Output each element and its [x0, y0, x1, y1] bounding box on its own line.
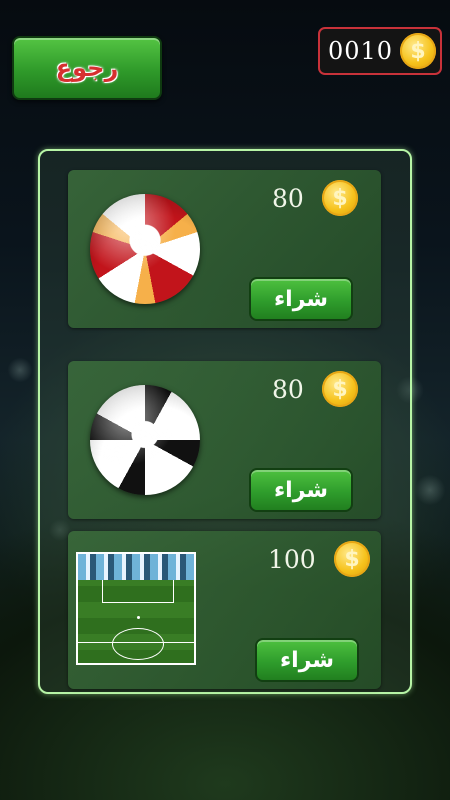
coin-icon: $: [400, 33, 436, 69]
penalty-box-line: [102, 580, 174, 603]
coin-icon: $: [322, 371, 358, 407]
red-white-ball-image: [90, 194, 200, 304]
penalty-spot: [137, 616, 140, 619]
pitch-stands: [78, 554, 194, 580]
item-price: 100: [268, 545, 316, 574]
buy-button-label: شراء: [273, 477, 329, 503]
coin-icon: $: [334, 541, 370, 577]
coin-icon: $: [322, 180, 358, 216]
coin-balance: 0010 $: [318, 27, 442, 75]
back-button-label: رجوع: [55, 54, 119, 82]
buy-button[interactable]: شراء: [249, 277, 353, 321]
coin-count: 0010: [328, 37, 394, 65]
buy-button-label: شراء: [273, 286, 329, 312]
item-price: 80: [272, 375, 304, 404]
black-white-ball-image: [90, 385, 200, 495]
shop-item-card: 80 $ شراء: [68, 170, 381, 328]
stadium-pitch-image: [76, 552, 196, 665]
buy-button-label: شراء: [279, 647, 335, 673]
midfield-line: [78, 642, 194, 643]
buy-button[interactable]: شراء: [249, 468, 353, 512]
item-price: 80: [272, 184, 304, 213]
back-button[interactable]: رجوع: [12, 36, 162, 100]
buy-button[interactable]: شراء: [255, 638, 359, 682]
shop-item-card: 80 $ شراء: [68, 361, 381, 519]
center-circle-line: [112, 628, 164, 660]
